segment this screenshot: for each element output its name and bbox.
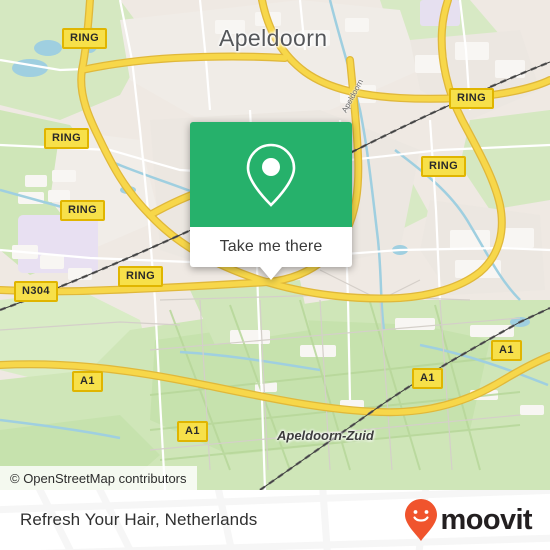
popup-action-row[interactable]: Take me there <box>190 227 352 267</box>
shield-ring[interactable]: RING <box>60 200 106 221</box>
moovit-wordmark: moovit <box>440 503 533 536</box>
shield-ring[interactable]: RING <box>118 266 164 287</box>
moovit-logo[interactable]: moovit <box>404 498 533 542</box>
place-label-apeldoorn-zuid: Apeldoorn-Zuid <box>277 428 374 443</box>
shield-n304[interactable]: N304 <box>14 281 58 302</box>
poi-title: Refresh Your Hair, Netherlands <box>20 510 258 529</box>
bottom-bar: Refresh Your Hair, Netherlands moovit <box>0 490 550 550</box>
map-pin-icon <box>246 143 296 207</box>
shield-ring[interactable]: RING <box>44 128 90 149</box>
place-label-apeldoorn: Apeldoorn <box>219 25 328 51</box>
take-me-there-label: Take me there <box>219 238 323 255</box>
location-popup[interactable]: Take me there <box>190 122 352 280</box>
shield-a1[interactable]: A1 <box>72 371 103 392</box>
road-name-label: Apeldoorn <box>340 77 366 115</box>
shield-a1[interactable]: A1 <box>177 421 208 442</box>
shield-ring[interactable]: RING <box>449 88 495 109</box>
shield-ring[interactable]: RING <box>421 156 467 177</box>
attribution-text: © OpenStreetMap contributors <box>10 470 187 486</box>
moovit-pin-icon <box>404 499 437 541</box>
popup-tail <box>260 267 282 280</box>
attribution-bar[interactable]: © OpenStreetMap contributors <box>0 466 197 490</box>
map-canvas[interactable]: Apeldoorn Apeldoorn-Zuid Apeldoorn RING … <box>0 0 550 490</box>
shield-ring[interactable]: RING <box>62 28 108 49</box>
shield-a1[interactable]: A1 <box>491 340 522 361</box>
shield-a1[interactable]: A1 <box>412 368 443 389</box>
popup-header <box>190 122 352 227</box>
